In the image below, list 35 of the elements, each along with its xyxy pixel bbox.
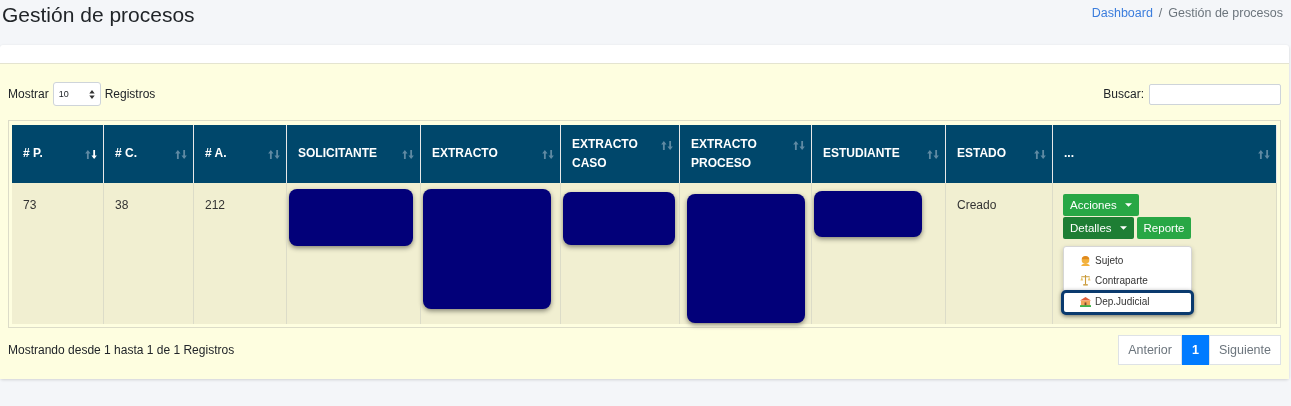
- menu-item[interactable]: Sujeto: [1064, 251, 1191, 270]
- breadcrumb-separator: /: [1158, 6, 1163, 20]
- page-title: Gestión de procesos: [2, 3, 195, 27]
- table-cell: 212: [193, 183, 287, 324]
- breadcrumb-link[interactable]: Dashboard: [1091, 6, 1153, 20]
- spinner-icon: [88, 89, 95, 99]
- column-header[interactable]: EXTRACTO PROCESO: [679, 125, 812, 183]
- breadcrumb-current: Gestión de procesos: [1168, 6, 1283, 20]
- column-header[interactable]: # A.: [193, 125, 287, 183]
- column-header[interactable]: # C.: [103, 125, 194, 183]
- menu-item[interactable]: Dep.Judicial: [1061, 290, 1194, 315]
- column-header[interactable]: ESTUDIANTE: [811, 125, 946, 183]
- page-size-select[interactable]: 10: [52, 82, 101, 106]
- search-field[interactable]: [1149, 83, 1281, 105]
- page-link[interactable]: Anterior: [1118, 335, 1182, 365]
- records-label: Registros: [104, 87, 156, 101]
- building-icon: [1080, 296, 1091, 307]
- table-cell: 73: [12, 183, 104, 324]
- column-header[interactable]: ...: [1052, 125, 1277, 183]
- menu-item[interactable]: Contraparte: [1064, 270, 1191, 290]
- column-header[interactable]: EXTRACTO CASO: [560, 125, 680, 183]
- column-header[interactable]: SOLICITANTE: [286, 125, 421, 183]
- show-label: Mostrar: [8, 87, 49, 101]
- action-button[interactable]: Detalles: [1063, 217, 1134, 239]
- column-header[interactable]: EXTRACTO: [420, 125, 561, 183]
- records-info: Mostrando desde 1 hasta 1 de 1 Registros: [8, 343, 235, 357]
- person-icon: [1080, 255, 1091, 266]
- page-link[interactable]: 1: [1181, 335, 1209, 365]
- column-header[interactable]: # P.: [12, 125, 104, 183]
- page-link[interactable]: Siguiente: [1208, 335, 1281, 365]
- table-cell: 38: [103, 183, 194, 324]
- column-header[interactable]: ESTADO: [945, 125, 1053, 183]
- search-label: Buscar:: [1103, 87, 1144, 101]
- table-cell: Creado: [945, 183, 1053, 324]
- scales-icon: [1080, 274, 1091, 286]
